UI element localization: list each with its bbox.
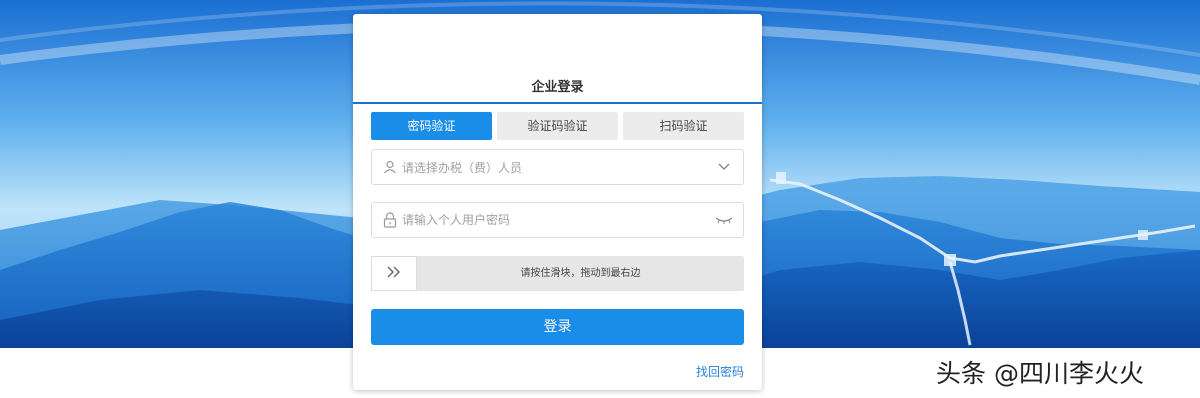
tab-qr-scan-verify[interactable]: 扫码验证 [623, 112, 744, 140]
tab-password-verify[interactable]: 密码验证 [371, 112, 492, 140]
login-button[interactable]: 登录 [371, 309, 744, 345]
slide-captcha[interactable]: 请按住滑块，拖动到最右边 [371, 256, 744, 291]
card-title: 企业登录 [531, 80, 584, 95]
lock-icon [382, 212, 398, 228]
eye-closed-icon[interactable] [715, 212, 733, 228]
slider-hint-text: 请按住滑块，拖动到最右边 [520, 268, 641, 279]
password-input[interactable] [402, 213, 715, 227]
login-card: 企业登录 密码验证 验证码验证 扫码验证 请选择办税（费）人员 请按住滑块，拖动… [353, 14, 762, 390]
double-chevron-right-icon [386, 264, 402, 283]
slider-handle[interactable] [371, 256, 417, 291]
user-icon [382, 159, 398, 175]
forgot-password-link[interactable]: 找回密码 [696, 363, 744, 380]
verify-method-tabs: 密码验证 验证码验证 扫码验证 [371, 112, 744, 140]
watermark-text: 头条 @四川李火火 [936, 359, 1144, 388]
chevron-down-icon [715, 159, 733, 175]
title-underline [353, 102, 762, 104]
taxpayer-select-placeholder: 请选择办税（费）人员 [402, 160, 523, 175]
tab-sms-code-verify[interactable]: 验证码验证 [497, 112, 618, 140]
taxpayer-select[interactable]: 请选择办税（费）人员 [371, 149, 744, 185]
password-field[interactable] [371, 202, 744, 238]
